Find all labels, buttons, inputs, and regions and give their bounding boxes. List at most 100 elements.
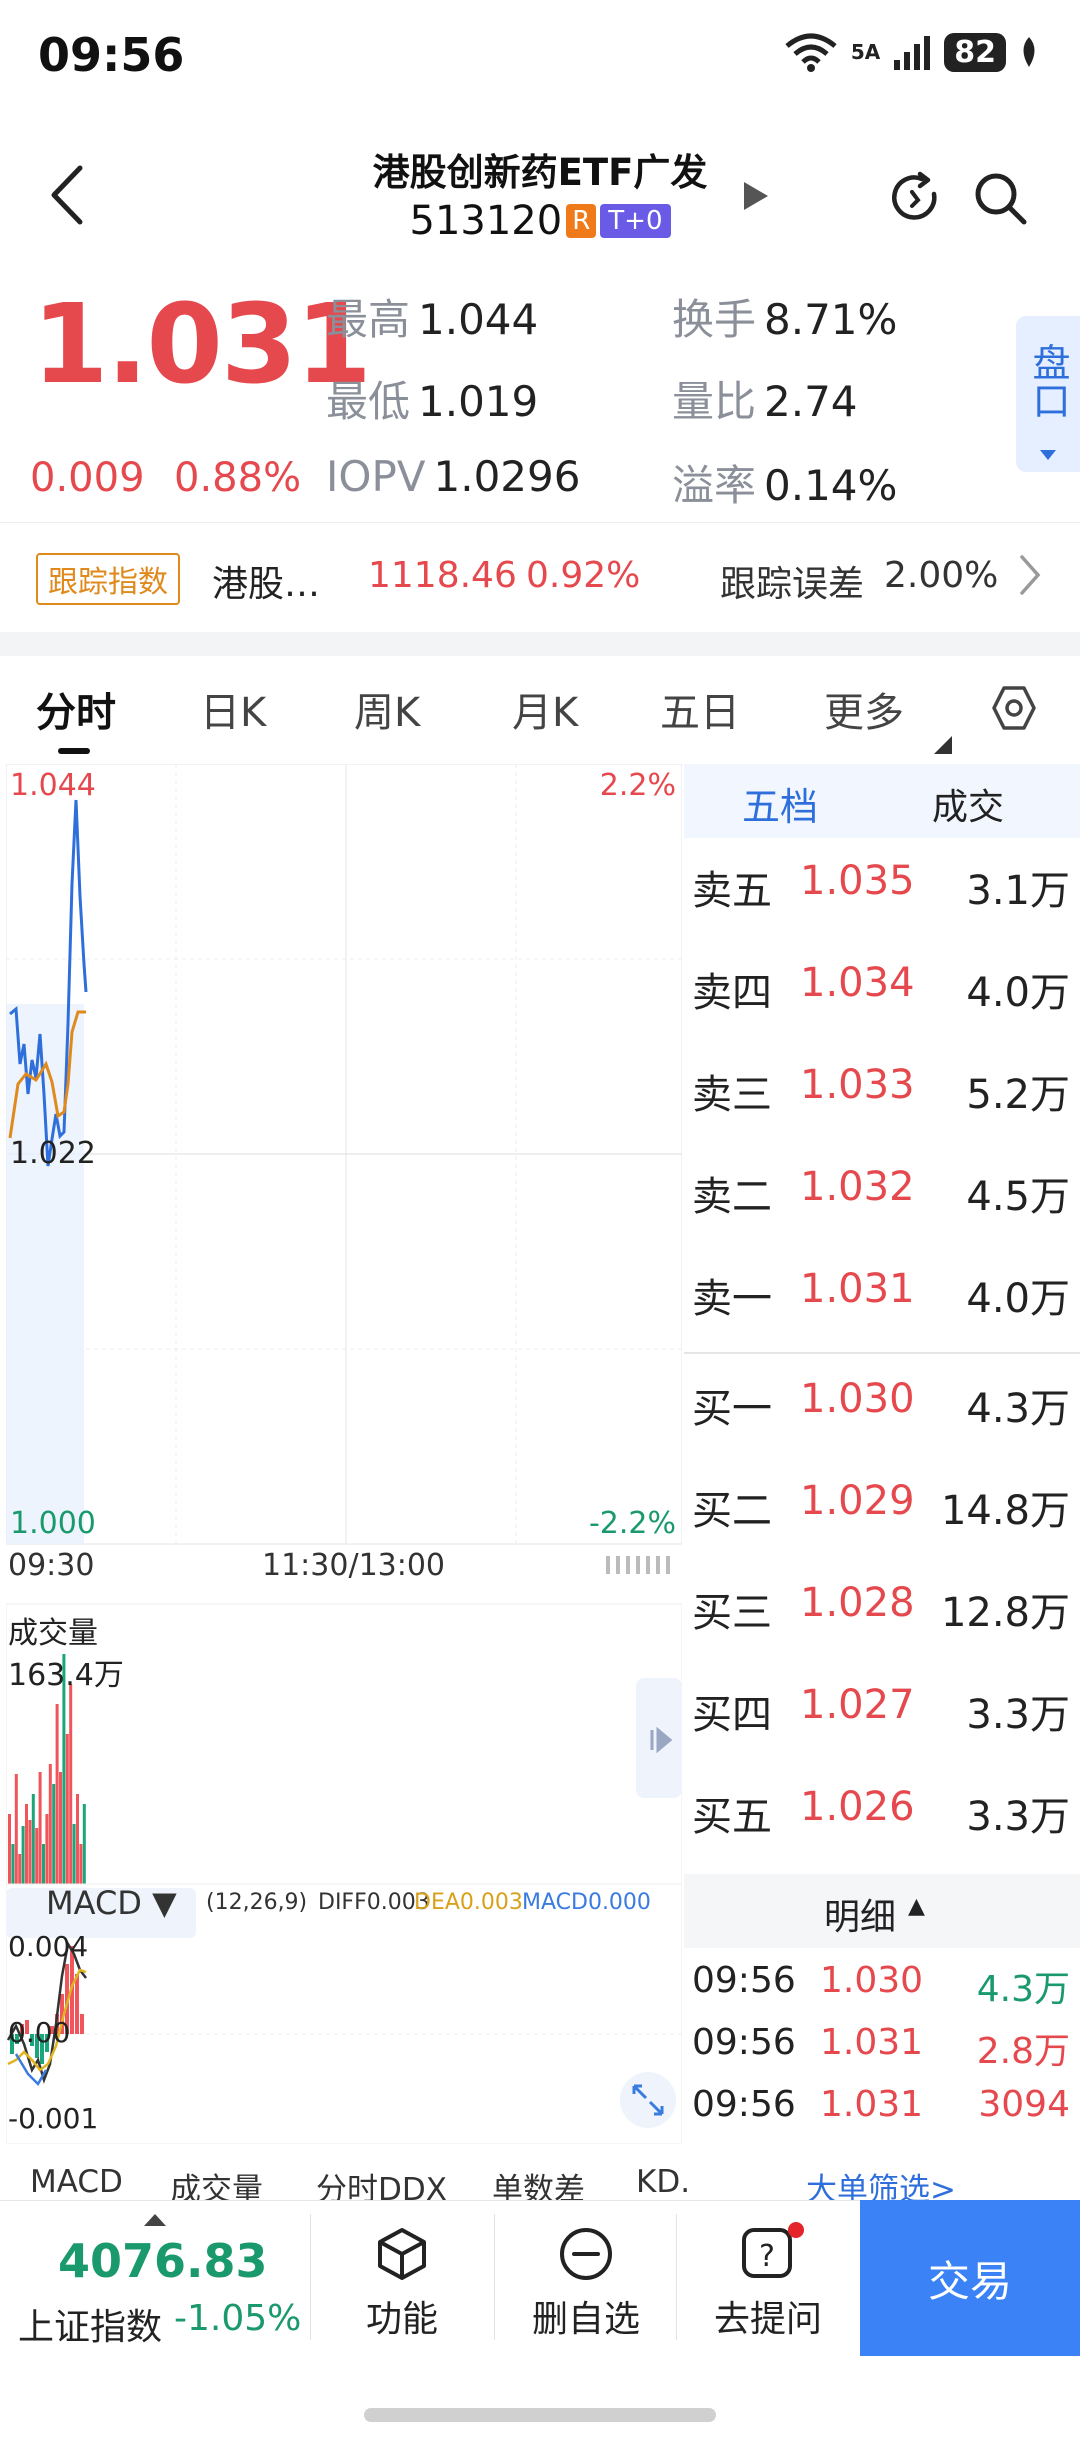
divider bbox=[494, 2214, 495, 2340]
stat-turnover: 换手 8.71% bbox=[672, 286, 897, 347]
macd-selector-label: MACD bbox=[46, 1884, 142, 1922]
tab-intraday[interactable]: 分时 bbox=[36, 680, 116, 738]
macd-bar bbox=[80, 2014, 84, 2034]
chart-price-top: 1.044 bbox=[10, 768, 96, 803]
chart-pct-top: 2.2% bbox=[599, 768, 676, 803]
volume-bar bbox=[35, 1828, 39, 1884]
bid-row-2[interactable]: 买二 1.029 14.8万 bbox=[684, 1478, 1080, 1544]
tab-monthly-k[interactable]: 月K bbox=[512, 680, 578, 738]
volume-bar bbox=[55, 1704, 59, 1884]
detail-volume: 3094 bbox=[978, 2084, 1070, 2125]
cube-icon[interactable] bbox=[374, 2226, 430, 2282]
ask-price: 1.033 bbox=[800, 1062, 915, 1108]
svg-text:?: ? bbox=[759, 2239, 775, 2274]
bid-label: 买四 bbox=[692, 1692, 772, 1738]
home-indicator[interactable] bbox=[364, 2408, 716, 2422]
battery-level: 82 bbox=[944, 32, 1006, 72]
ask-row-2[interactable]: 卖二 1.032 4.5万 bbox=[684, 1164, 1080, 1230]
stat-label: 最低 bbox=[326, 377, 411, 426]
detail-price: 1.031 bbox=[820, 2022, 924, 2063]
divider bbox=[310, 2214, 311, 2340]
tab-more[interactable]: 更多 bbox=[824, 680, 904, 738]
bid-price: 1.029 bbox=[800, 1478, 915, 1524]
bid-label: 买三 bbox=[692, 1590, 772, 1636]
divider bbox=[676, 2214, 677, 2340]
chart-time-start: 09:30 bbox=[8, 1548, 95, 1583]
bid-volume: 14.8万 bbox=[940, 1488, 1070, 1534]
index-name: 上证指数 bbox=[18, 2307, 163, 2348]
minus-circle-icon[interactable] bbox=[558, 2226, 614, 2282]
ask-row-3[interactable]: 卖三 1.033 5.2万 bbox=[684, 1062, 1080, 1128]
detail-header[interactable]: 明细 ▲ bbox=[684, 1874, 1080, 1948]
refresh-icon[interactable] bbox=[888, 170, 944, 226]
volume-label: 成交量 bbox=[8, 1616, 98, 1651]
ask-volume: 4.0万 bbox=[966, 1276, 1070, 1322]
volume-bar bbox=[65, 1734, 69, 1884]
trade-button[interactable]: 交易 bbox=[860, 2200, 1080, 2356]
macd-dea: DEA0.003 bbox=[414, 1890, 523, 1915]
chart-price-bot: 1.000 bbox=[10, 1506, 96, 1541]
bid-price: 1.028 bbox=[800, 1580, 915, 1626]
chart-scroll-icon bbox=[606, 1556, 670, 1574]
ask-question-label[interactable]: 去提问 bbox=[678, 2290, 858, 2342]
volume-bar bbox=[18, 1854, 22, 1884]
indicator-tab-kd[interactable]: KD. bbox=[636, 2164, 690, 2200]
intraday-chart[interactable] bbox=[6, 764, 682, 2144]
volume-bar bbox=[48, 1764, 52, 1884]
remove-watchlist-label[interactable]: 删自选 bbox=[496, 2290, 676, 2342]
book-divider bbox=[684, 1352, 1080, 1354]
play-icon[interactable] bbox=[740, 180, 770, 212]
bid-price: 1.030 bbox=[800, 1376, 915, 1422]
ask-row-1[interactable]: 卖一 1.031 4.0万 bbox=[684, 1266, 1080, 1332]
tracking-index-pct: 0.92% bbox=[526, 555, 641, 596]
badge-r: R bbox=[566, 204, 597, 238]
tab-trades[interactable]: 成交 bbox=[932, 778, 1004, 830]
chevron-right-icon bbox=[1020, 555, 1041, 595]
bid-row-3[interactable]: 买三 1.028 12.8万 bbox=[684, 1580, 1080, 1646]
macd-selector[interactable]: MACD ▼ bbox=[46, 1884, 177, 1922]
chart-pct-bot: -2.2% bbox=[588, 1506, 676, 1541]
settings-icon[interactable] bbox=[990, 684, 1038, 732]
pankou-button[interactable]: 盘口 bbox=[1016, 316, 1080, 472]
tracking-row[interactable]: 跟踪指数 港股… 1118.46 0.92% 跟踪误差 2.00% bbox=[0, 522, 1080, 632]
ask-volume: 4.5万 bbox=[966, 1174, 1070, 1220]
section-divider bbox=[0, 632, 1080, 656]
tab-weekly-k[interactable]: 周K bbox=[354, 680, 420, 738]
search-icon[interactable] bbox=[972, 170, 1030, 228]
macd-bar bbox=[75, 1974, 79, 2034]
tab-five-levels[interactable]: 五档 bbox=[742, 776, 818, 831]
question-icon[interactable]: ? bbox=[740, 2226, 796, 2282]
volume-bar bbox=[69, 1684, 73, 1884]
bid-row-4[interactable]: 买四 1.027 3.3万 bbox=[684, 1682, 1080, 1748]
detail-volume: 2.8万 bbox=[976, 2031, 1070, 2072]
tab-five-day[interactable]: 五日 bbox=[660, 680, 740, 738]
ask-price: 1.032 bbox=[800, 1164, 915, 1210]
volume-bar bbox=[52, 1784, 56, 1884]
leaf-icon bbox=[1023, 37, 1035, 67]
stat-value: 1.019 bbox=[418, 377, 539, 426]
indicator-tab-macd[interactable]: MACD bbox=[30, 2164, 123, 2200]
ask-row-5[interactable]: 卖五 1.035 3.1万 bbox=[684, 858, 1080, 924]
stat-label: 换手 bbox=[672, 295, 757, 344]
detail-time: 09:56 bbox=[692, 1960, 796, 2001]
function-label[interactable]: 功能 bbox=[312, 2290, 492, 2342]
ask-row-4[interactable]: 卖四 1.034 4.0万 bbox=[684, 960, 1080, 1026]
stat-label: IOPV bbox=[326, 452, 426, 501]
detail-time: 09:56 bbox=[692, 2084, 796, 2125]
stat-value: 0.14% bbox=[764, 461, 898, 510]
ask-label: 卖二 bbox=[692, 1174, 772, 1220]
stat-label: 量比 bbox=[672, 377, 757, 426]
volume-bar bbox=[42, 1844, 45, 1884]
stat-value: 1.044 bbox=[418, 295, 539, 344]
ask-label: 卖四 bbox=[692, 970, 772, 1016]
stat-label: 溢率 bbox=[672, 461, 757, 510]
volume-bar bbox=[82, 1804, 86, 1884]
volume-bar bbox=[25, 1804, 28, 1884]
tracking-index-name: 港股… bbox=[212, 564, 321, 605]
tab-daily-k[interactable]: 日K bbox=[200, 680, 266, 738]
bid-row-5[interactable]: 买五 1.026 3.3万 bbox=[684, 1784, 1080, 1850]
index-value[interactable]: 4076.83 bbox=[58, 2234, 268, 2288]
bid-row-1[interactable]: 买一 1.030 4.3万 bbox=[684, 1376, 1080, 1442]
stat-value: 2.74 bbox=[764, 377, 858, 426]
network-type: 5A bbox=[850, 40, 881, 64]
